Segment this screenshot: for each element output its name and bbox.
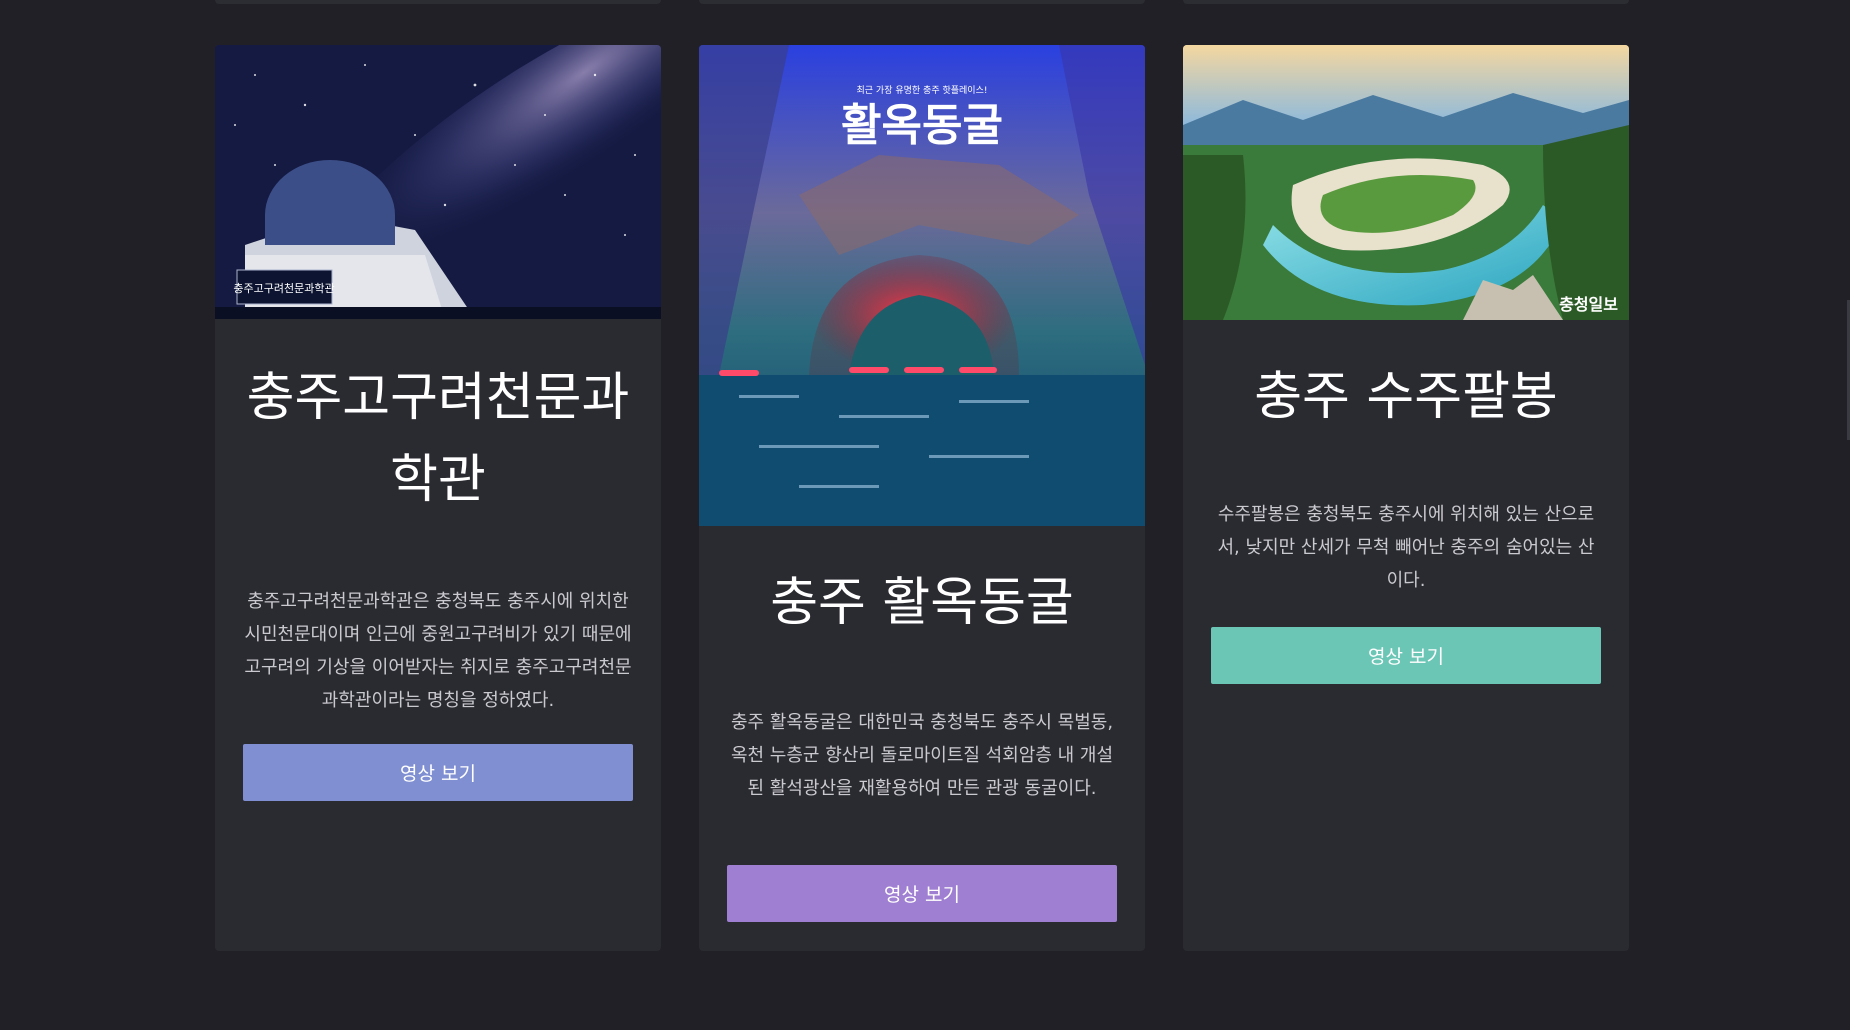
card-title: 충주 수주팔봉	[1254, 367, 1558, 427]
previous-card-edge	[215, 0, 661, 4]
card-observatory: 충주고구려천문과학관 충주고구려천문과학관 충주고구려천문과학관은 충청북도 충…	[215, 45, 661, 951]
card-image: 충주고구려천문과학관	[215, 45, 661, 319]
card-description: 충주 활옥동굴은 대한민국 충청북도 충주시 목벌동, 옥천 누층군 향산리 돌…	[730, 712, 1114, 799]
card-mountain: 충청일보 충주 수주팔봉 수주팔봉은 충청북도 충주시에 위치해 있는 산으로서…	[1183, 45, 1629, 951]
watch-video-button[interactable]: 영상 보기	[727, 865, 1117, 922]
watch-video-button[interactable]: 영상 보기	[1211, 627, 1601, 684]
watch-video-button[interactable]: 영상 보기	[243, 744, 633, 801]
card-image: 최근 가장 유명한 충주 핫플레이스! 활옥동굴	[699, 45, 1145, 526]
card-description: 충주고구려천문과학관은 충청북도 충주시에 위치한 시민천문대이며 인근에 중원…	[244, 591, 632, 711]
card-description: 수주팔봉은 충청북도 충주시에 위치해 있는 산으로서, 낮지만 산세가 무척 …	[1217, 504, 1595, 591]
card-image: 충청일보	[1183, 45, 1629, 320]
cave-caption-small: 최근 가장 유명한 충주 핫플레이스!	[857, 85, 988, 96]
card-title: 충주 활옥동굴	[770, 573, 1074, 633]
previous-card-edge	[699, 0, 1145, 4]
previous-card-edge	[1183, 0, 1629, 4]
cave-boats-image: 최근 가장 유명한 충주 핫플레이스! 활옥동굴	[699, 45, 1145, 526]
page: 충주고구려천문과학관 충주고구려천문과학관 충주고구려천문과학관은 충청북도 충…	[0, 0, 1850, 1030]
cave-caption-big: 활옥동굴	[841, 100, 1003, 151]
card-cave: 최근 가장 유명한 충주 핫플레이스! 활옥동굴 충주 활옥동굴 충주 활옥동굴…	[699, 45, 1145, 951]
card-title: 충주고구려천문과학관	[246, 368, 630, 510]
river-landscape-image: 충청일보	[1183, 45, 1629, 320]
image-watermark: 충청일보	[1559, 295, 1618, 314]
observatory-sign-text: 충주고구려천문과학관	[233, 281, 334, 295]
observatory-night-sky-image: 충주고구려천문과학관	[215, 45, 661, 319]
